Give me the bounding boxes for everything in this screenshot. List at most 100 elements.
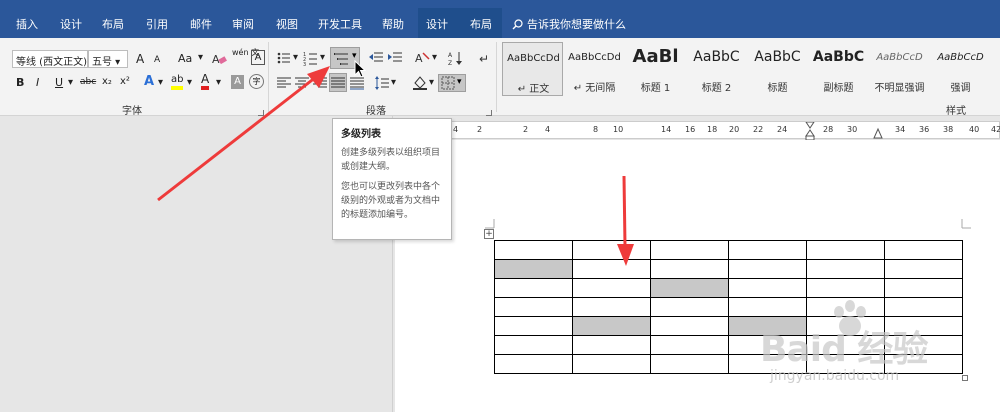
tab-design[interactable]: 设计 [60, 16, 82, 32]
font-color-button[interactable]: A [201, 73, 210, 90]
table-cell[interactable] [572, 354, 651, 374]
table-cell[interactable] [884, 240, 963, 260]
bold-button[interactable]: B [16, 76, 24, 89]
strikethrough-button[interactable]: abc [80, 77, 96, 87]
indent-marker-icon[interactable] [805, 122, 815, 140]
font-size-select[interactable]: 五号 ▾ [88, 50, 128, 68]
shrink-font-button[interactable]: A [154, 55, 160, 65]
tab-insert[interactable]: 插入 [16, 16, 38, 32]
table-cell[interactable] [650, 240, 729, 260]
char-border-button[interactable]: A [251, 50, 265, 65]
decrease-indent-icon[interactable] [368, 50, 384, 66]
ruler-tick: 2 [523, 125, 529, 134]
superscript-button[interactable]: x² [120, 76, 130, 87]
chevron-down-icon: ▾ [187, 77, 193, 88]
table-cell[interactable] [494, 335, 573, 355]
show-marks-icon[interactable]: ↵ [476, 50, 492, 66]
align-center-icon[interactable] [294, 75, 310, 91]
table-cell[interactable] [650, 259, 729, 279]
table-cell[interactable] [728, 278, 807, 298]
align-right-icon[interactable] [312, 75, 328, 91]
style-emphasis[interactable]: AaBbCcD 强调 [930, 42, 991, 96]
table-cell[interactable] [650, 316, 729, 336]
table-cell[interactable] [650, 278, 729, 298]
bullets-icon[interactable] [276, 50, 292, 66]
style-subtle-emphasis[interactable]: AaBbCcD 不明显强调 [869, 42, 930, 96]
tab-developer[interactable]: 开发工具 [318, 16, 362, 32]
table-cell[interactable] [572, 316, 651, 336]
horizontal-ruler[interactable]: 4 2 2 4 8 10 14 16 18 20 22 24 28 30 34 … [440, 121, 1000, 140]
borders-button[interactable]: ▾ [438, 74, 466, 92]
text-effects-button[interactable]: A [144, 74, 154, 89]
table-cell[interactable] [494, 278, 573, 298]
style-no-spacing[interactable]: AaBbCcDd ↵ 无间隔 [564, 42, 625, 96]
italic-button[interactable]: I [36, 76, 39, 89]
increase-indent-icon[interactable] [387, 50, 403, 66]
enclose-chars-button[interactable]: 字 [249, 74, 264, 89]
table-cell[interactable] [572, 335, 651, 355]
style-heading-2[interactable]: AaBbC 标题 2 [686, 42, 747, 96]
tab-review[interactable]: 审阅 [232, 16, 254, 32]
table-cell[interactable] [572, 297, 651, 317]
table-cell[interactable] [650, 297, 729, 317]
svg-text:A: A [448, 52, 453, 59]
table-cell[interactable] [650, 354, 729, 374]
style-heading-1[interactable]: AaBl 标题 1 [625, 42, 686, 96]
table-cell[interactable] [884, 278, 963, 298]
table-move-handle-icon[interactable]: + [484, 229, 494, 239]
styles-gallery: AaBbCcDd ↵ 正文 AaBbCcDd ↵ 无间隔 AaBl 标题 1 A… [500, 42, 1000, 96]
style-sample: AaBl [632, 46, 679, 67]
tab-references[interactable]: 引用 [146, 16, 168, 32]
watermark-url: jingyan.baidu.com [770, 368, 900, 384]
tab-table-design[interactable]: 设计 [426, 16, 448, 32]
table-resize-handle[interactable] [962, 375, 968, 381]
asian-layout-icon[interactable]: A [414, 50, 430, 66]
table-cell[interactable] [494, 316, 573, 336]
table-cell[interactable] [806, 278, 885, 298]
tab-view[interactable]: 视图 [276, 16, 298, 32]
line-spacing-icon[interactable] [374, 75, 390, 91]
style-subtitle[interactable]: AaBbC 副标题 [808, 42, 869, 96]
subscript-button[interactable]: x₂ [102, 76, 112, 87]
tab-table-layout[interactable]: 布局 [470, 16, 492, 32]
table-cell[interactable] [494, 297, 573, 317]
table-cell[interactable] [884, 259, 963, 279]
underline-button[interactable]: U [55, 76, 63, 89]
table-cell[interactable] [806, 240, 885, 260]
sort-icon[interactable]: AZ [448, 50, 464, 66]
table-cell[interactable] [494, 259, 573, 279]
right-indent-icon[interactable] [873, 127, 883, 139]
style-title[interactable]: AaBbC 标题 [747, 42, 808, 96]
table-cell[interactable] [494, 240, 573, 260]
table-cell[interactable] [728, 259, 807, 279]
clear-format-icon[interactable]: A [211, 51, 227, 67]
align-left-icon[interactable] [276, 75, 292, 91]
ruler-tick: 4 [453, 125, 459, 134]
change-case-button[interactable]: Aa [178, 52, 192, 65]
table-cell[interactable] [728, 240, 807, 260]
table-row [494, 259, 963, 279]
highlight-button[interactable]: ab [171, 74, 184, 90]
ribbon: 等线 (西文正文) 五号 ▾ A A Aa ▾ A wén 文 A B I U … [0, 38, 1000, 117]
table-cell[interactable] [572, 278, 651, 298]
tell-me-box[interactable]: 告诉我你想要做什么 [512, 16, 626, 32]
grow-font-button[interactable]: A [136, 52, 144, 66]
shading-icon[interactable] [412, 74, 428, 90]
style-sample: AaBbCcD [876, 52, 923, 63]
numbering-icon[interactable]: 123 [303, 50, 319, 66]
style-normal[interactable]: AaBbCcDd ↵ 正文 [502, 42, 563, 96]
tab-layout[interactable]: 布局 [102, 16, 124, 32]
font-name-select[interactable]: 等线 (西文正文) [12, 50, 88, 68]
char-shading-button[interactable]: A [231, 75, 244, 89]
justify-button[interactable] [329, 73, 347, 92]
table-cell[interactable] [494, 354, 573, 374]
table-cell[interactable] [650, 335, 729, 355]
tab-mailings[interactable]: 邮件 [190, 16, 212, 32]
tooltip-title: 多级列表 [341, 129, 381, 140]
chevron-down-icon: ▾ [391, 77, 397, 88]
table-cell[interactable] [572, 240, 651, 260]
table-cell[interactable] [572, 259, 651, 279]
table-cell[interactable] [806, 259, 885, 279]
tab-help[interactable]: 帮助 [382, 16, 404, 32]
phonetic-guide-button[interactable]: wén 文 [232, 49, 259, 57]
